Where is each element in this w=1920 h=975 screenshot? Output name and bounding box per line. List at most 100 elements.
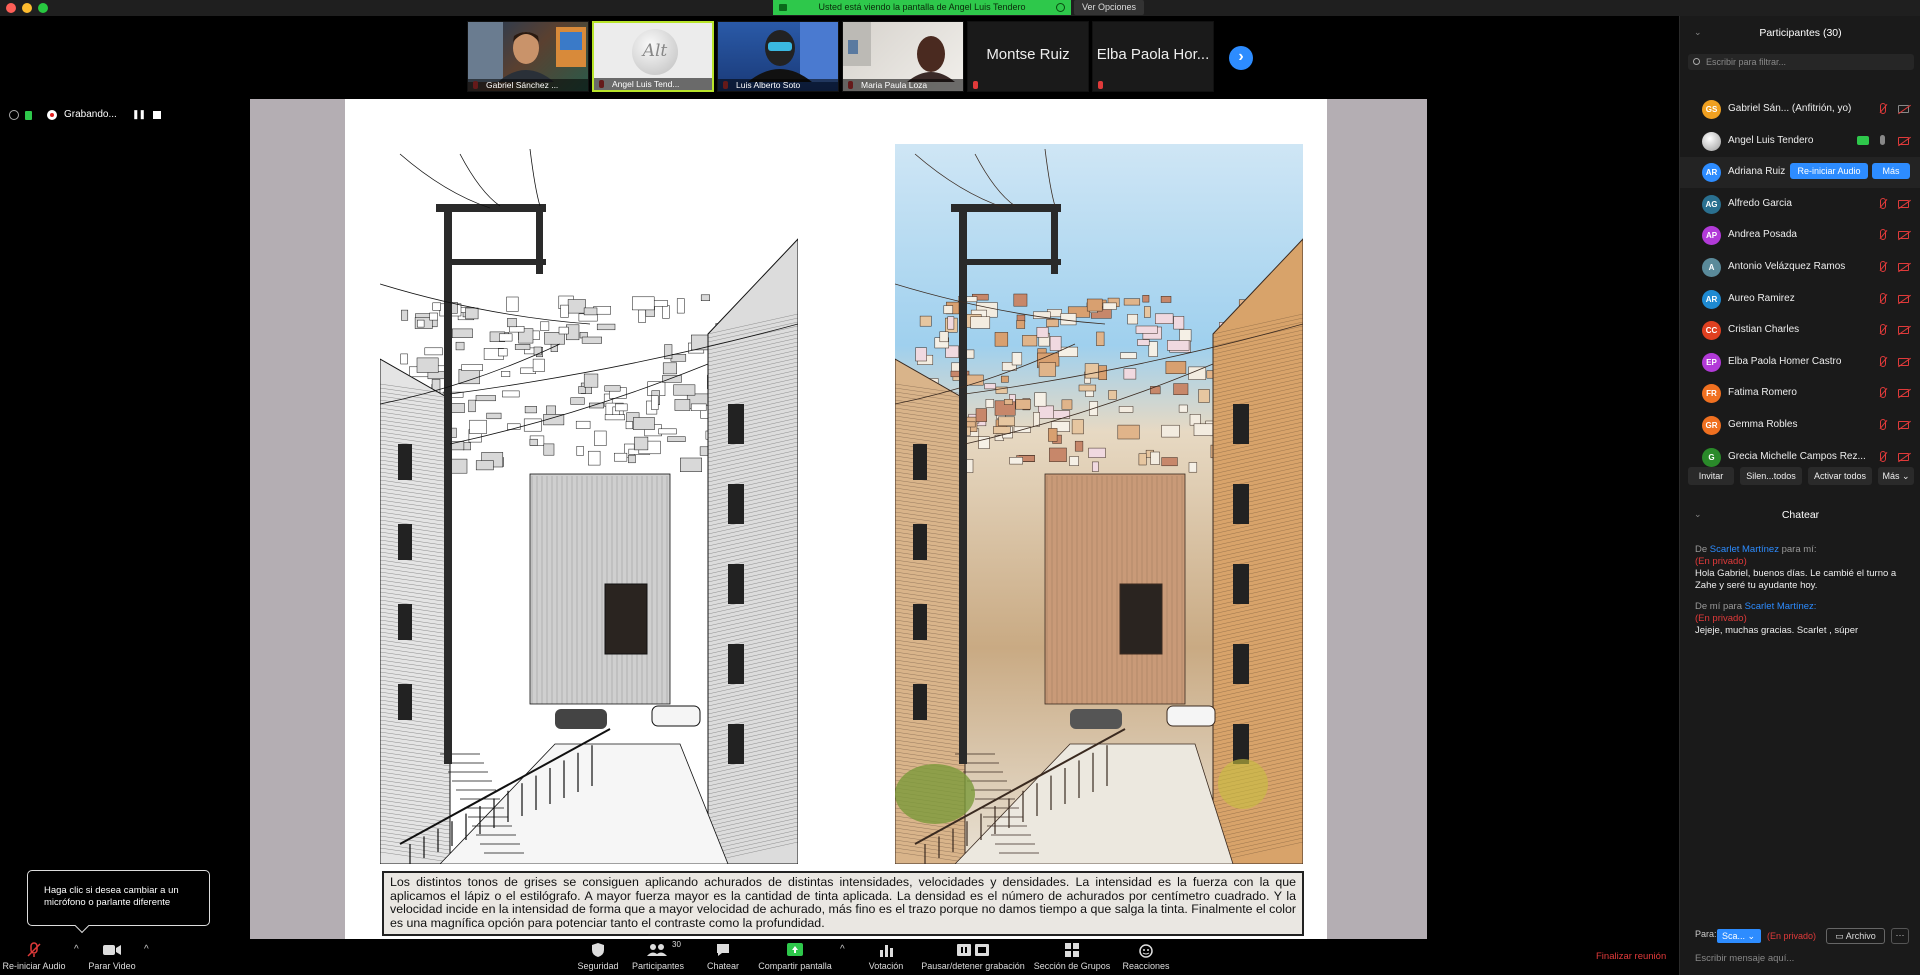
participant-row[interactable]: AP Andrea Posada	[1680, 220, 1920, 251]
chat-label: Chatear	[706, 961, 740, 971]
ink-drawing-colored	[895, 144, 1303, 864]
collapse-chevron-icon[interactable]: ⌄	[1694, 509, 1702, 520]
audio-options-caret-icon[interactable]: ^	[74, 944, 79, 955]
chat-message-input[interactable]: Escribir mensaje aquí...	[1695, 953, 1910, 964]
video-tile-name: Maria Paula Loza	[843, 79, 963, 91]
participant-row[interactable]: EP Elba Paola Homer Castro	[1680, 347, 1920, 378]
participant-name: Aureo Ramirez	[1728, 292, 1795, 304]
grid-icon	[1065, 943, 1079, 957]
participant-name: Gabriel Sán... (Anfitrión, yo)	[1728, 103, 1852, 114]
video-off-icon	[1898, 357, 1909, 366]
participant-avatar: FR	[1702, 384, 1721, 404]
participant-name: Adriana Ruiz	[1728, 166, 1786, 178]
video-tile-name: Montse Ruiz	[986, 46, 1070, 63]
video-tile-name: Angel Luis Tend...	[594, 78, 712, 90]
chat-message-text: Hola Gabriel, buenos días. Le cambié el …	[1695, 568, 1897, 591]
participants-button[interactable]: 30 Participantes	[626, 940, 690, 971]
drawing-caption-text: Los distintos tonos de grises se consigu…	[382, 871, 1304, 936]
maximize-window-icon[interactable]	[38, 3, 48, 13]
end-meeting-button[interactable]: Finalizar reunión	[1596, 951, 1666, 962]
video-tile-luis[interactable]: Luis Alberto Soto	[717, 21, 839, 92]
participant-avatar	[1702, 131, 1721, 151]
shared-screen: Los distintos tonos de grises se consigu…	[250, 99, 1427, 939]
private-tag: (En privado)	[1695, 556, 1747, 567]
to-label: Para:	[1695, 929, 1717, 939]
unmute-all-button[interactable]: Activar todos	[1808, 467, 1872, 485]
participant-row[interactable]: Angel Luis Tendero	[1680, 126, 1920, 157]
video-tile-maria[interactable]: Maria Paula Loza	[842, 21, 964, 92]
video-tile-gabriel[interactable]: Gabriel Sánchez ...	[467, 21, 589, 92]
file-icon: ▭	[1835, 931, 1844, 941]
file-button[interactable]: ▭ Archivo	[1826, 928, 1885, 944]
recipient-select[interactable]: Sca... ⌄	[1717, 929, 1761, 943]
security-button[interactable]: Seguridad	[570, 942, 626, 971]
participant-row[interactable]: AR Aureo Ramirez	[1680, 284, 1920, 315]
mic-icon	[1880, 134, 1885, 145]
video-off-icon	[1898, 231, 1909, 240]
muted-mic-icon	[27, 942, 41, 957]
participant-row[interactable]: AG Alfredo Garcia	[1680, 189, 1920, 220]
breakout-rooms-button[interactable]: Sección de Grupos	[1030, 942, 1114, 971]
stop-recording-icon[interactable]	[153, 111, 161, 119]
participants-filter-input[interactable]: Escribir para filtrar...	[1688, 54, 1914, 70]
search-icon	[1693, 58, 1700, 65]
close-window-icon[interactable]	[6, 3, 16, 13]
reactions-button[interactable]: Reacciones	[1118, 942, 1174, 971]
stop-video-button[interactable]: Parar Video	[86, 942, 138, 971]
participant-row[interactable]: AR Adriana Ruiz Re-iniciar Audio Más	[1680, 157, 1920, 189]
participant-row[interactable]: FR Fatima Romero	[1680, 378, 1920, 409]
chat-recipient-row: Para: Sca... ⌄ (En privado) ▭ Archivo ··…	[1695, 928, 1915, 945]
share-screen-button[interactable]: Compartir pantalla	[752, 942, 838, 971]
minimize-window-icon[interactable]	[22, 3, 32, 13]
street-sketch-illustration	[380, 148, 798, 864]
participant-row[interactable]: CC Cristian Charles	[1680, 315, 1920, 346]
poll-button[interactable]: Votación	[860, 942, 912, 971]
street-sketch-colored-illustration	[895, 148, 1303, 864]
share-screen-icon	[787, 943, 803, 956]
smiley-plus-icon	[1139, 944, 1153, 958]
recipient-value: Sca...	[1722, 931, 1746, 941]
video-options-caret-icon[interactable]: ^	[144, 944, 149, 955]
sender-name[interactable]: Scarlet Martínez:	[1745, 601, 1817, 612]
participant-more-button[interactable]: Más	[1872, 163, 1910, 180]
mute-all-button[interactable]: Silen...todos	[1740, 467, 1802, 485]
video-off-icon	[1898, 263, 1909, 271]
view-options-button[interactable]: Ver Opciones	[1074, 0, 1144, 15]
participant-avatar: Alt	[632, 29, 678, 75]
invite-button[interactable]: Invitar	[1688, 467, 1734, 485]
breakout-label: Sección de Grupos	[1033, 961, 1111, 971]
chat-button[interactable]: Chatear	[698, 942, 748, 971]
gallery-next-page-button[interactable]: ›	[1229, 46, 1253, 70]
participant-avatar: AP	[1702, 226, 1721, 246]
ink-drawing-black-white	[380, 144, 798, 864]
share-options-caret-icon[interactable]: ^	[840, 944, 845, 955]
sender-name[interactable]: Scarlet Martínez	[1710, 544, 1779, 555]
participants-more-button[interactable]: Más ⌄	[1878, 467, 1914, 485]
share-status-icon	[1056, 3, 1065, 12]
video-tile-name: Gabriel Sánchez ...	[468, 79, 588, 91]
recording-label: Grabando...	[64, 109, 117, 120]
participant-row[interactable]: GR Gemma Robles	[1680, 410, 1920, 441]
participant-name: Andrea Posada	[1728, 229, 1797, 241]
audio-tooltip: Haga clic si desea cambiar a un micrófon…	[27, 870, 210, 926]
pause-recording-button[interactable]: Pausar/detener grabación	[918, 942, 1028, 971]
screen-share-banner-text: Usted está viendo la pantalla de Angel L…	[818, 2, 1026, 12]
reinit-audio-participant-button[interactable]: Re-iniciar Audio	[1790, 163, 1868, 180]
muted-mic-icon	[1880, 292, 1886, 304]
reinit-audio-button[interactable]: Re-iniciar Audio	[0, 942, 68, 971]
participants-header: ⌄ Participantes (30)	[1680, 27, 1920, 39]
collapse-chevron-icon[interactable]: ⌄	[1694, 27, 1702, 38]
chat-more-button[interactable]: ···	[1891, 928, 1909, 944]
muted-mic-icon	[1880, 229, 1886, 241]
reactions-label: Reacciones	[1122, 961, 1170, 971]
pause-recording-icon[interactable]: ❚❚	[132, 109, 146, 120]
video-off-icon	[1898, 326, 1909, 335]
participant-row[interactable]: GS Gabriel Sán... (Anfitrión, yo)	[1680, 94, 1920, 125]
meeting-info-icon[interactable]	[9, 110, 19, 120]
participant-row[interactable]: A Antonio Velázquez Ramos	[1680, 252, 1920, 283]
encryption-shield-icon	[25, 111, 32, 120]
video-tile-montse[interactable]: Montse Ruiz	[967, 21, 1089, 92]
video-tile-elba[interactable]: Elba Paola Hor...	[1092, 21, 1214, 92]
video-off-icon	[1898, 199, 1909, 208]
video-tile-angel[interactable]: Alt Angel Luis Tend...	[592, 21, 714, 92]
